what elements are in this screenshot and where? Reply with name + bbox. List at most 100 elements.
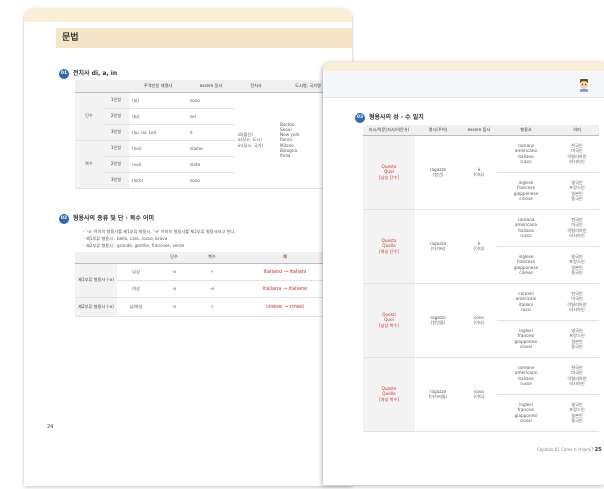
verb-cell: è (이다) (461, 209, 497, 284)
adjective-cell: inglesi francesi giapponesi cinesi (497, 320, 555, 358)
group-label: 제2부류 형용사 (-e) (75, 297, 117, 317)
section3-title: 형용사의 성 · 수 일치 (369, 114, 424, 121)
demonstrative-cell: Questa Quella [여성 단수] (363, 209, 415, 284)
table-header: 복수 (193, 252, 231, 264)
verb-cell: sono (이다) (461, 283, 497, 358)
person-label: 2인칭 (103, 108, 129, 125)
table-header (103, 80, 129, 93)
right-page-number: 25 (594, 447, 602, 453)
meaning-cell: 영국인 프랑스인 일본인 중국인 (555, 394, 599, 432)
grammar-title: 문법 (62, 33, 79, 43)
group-label: 제1부류 형용사 (-o) (75, 263, 117, 298)
number-label: 단수 (75, 92, 103, 141)
adjective-agreement-table: 지시/의문(지시/의문사) 명사(주어) essere 동사 형용사 의미 Qu… (363, 125, 599, 432)
verb-cell: è (187, 124, 235, 141)
meaning-cell: 영국인 프랑스인 일본인 중국인 (555, 246, 599, 284)
section2-number-badge: 02 (59, 213, 69, 224)
plural-ending: -i (193, 297, 231, 317)
gender-cell: 남/여성 (117, 297, 155, 317)
verb-cell: siamo (187, 140, 235, 157)
gender-cell: 남성 (117, 263, 155, 281)
arrow-icon: → (283, 303, 288, 310)
pronoun-cell: (tu) (129, 108, 187, 125)
table-header (117, 252, 155, 264)
meaning-cell: 한국인 미국인 이탈리아인 러시아인 (555, 135, 599, 173)
adjective-cell: coreani americani italiani russi (497, 283, 555, 321)
section3-number-badge: 03 (355, 112, 365, 123)
grammar-title-bar: 문법 (56, 28, 352, 48)
table-header: essere 동사 (187, 80, 235, 93)
demonstrative-cell: Questi Quei [남성 복수] (363, 283, 415, 358)
table-row: 제2부류 형용사 (-e) 남/여성 -e -i cinese → cinesi (75, 297, 339, 317)
table-row: Questo Quel [남성 단수] ragazzo (청년) è (이다) cor… (363, 135, 599, 210)
verb-cell: siete (187, 156, 235, 173)
note-line: - 제1부류 형용사 : bello, caro, rosso, bravo (83, 236, 168, 241)
adjective-cell: inglesi francesi giapponesi cinesi (497, 394, 555, 432)
verb-cell: sono (이다) (461, 357, 497, 432)
adjective-ending-table: 단수 복수 예 제1부류 형용사 (-o) 남성 -o -i italiano … (75, 252, 339, 317)
number-label: 복수 (75, 140, 103, 189)
noun-cell: ragazzi (청년들) (415, 283, 461, 358)
right-header-strip (323, 71, 604, 98)
pronoun-cell: (lui, lei, Lei) (129, 124, 187, 141)
demonstrative-cell: Queste Quelle [여성 복수] (363, 357, 415, 432)
demonstrative-cell: Questo Quel [남성 단수] (363, 135, 415, 210)
preposition-table: 주격인칭 대명사 essere 동사 전치사 도시명, 국가명 단수 1인칭 (… (75, 80, 339, 189)
section3-heading: 03 형용사의 성 · 수 일치 (355, 112, 424, 123)
right-top-band (323, 62, 604, 71)
verb-cell: sono (187, 172, 235, 189)
left-page-number: 24 (47, 424, 54, 430)
verb-cell: è (이다) (461, 135, 497, 210)
table-header: 지시/의문(지시/의문사) (363, 125, 415, 136)
table-row: 단수 1인칭 (io) sono di(출신) a(장소: 도시) in(장소:… (75, 92, 339, 189)
table-header: 전치사 (235, 80, 277, 93)
plural-ending: -e (193, 280, 231, 298)
person-label: 3인칭 (103, 124, 129, 141)
chapter-label: Capitolo 01 Come ti chiami? (537, 447, 594, 452)
table-header: 형용사 (497, 125, 555, 136)
meaning-cell: 영국인 프랑스인 일본인 중국인 (555, 320, 599, 358)
pronoun-cell: (noi) (129, 140, 187, 157)
meaning-cell: 한국인 미국인 이탈리아인 러시아인 (555, 209, 599, 247)
section1-title: 전치사 di, a, in (73, 70, 118, 77)
table-row: Questa Quella [여성 단수] ragazza (아가씨) è (이다)… (363, 209, 599, 284)
example-to: italiane (288, 285, 308, 292)
example-to: cinesi (289, 303, 304, 310)
table-row: 제1부류 형용사 (-o) 남성 -o -i italiano → italia… (75, 263, 339, 298)
right-page: 03 형용사의 성 · 수 일치 지시/의문(지시/의문사) 명사(주어) ess… (323, 62, 604, 485)
table-header (75, 80, 103, 93)
adjective-cell: coreano americano italiano russo (497, 135, 555, 173)
section2-heading: 02 형용사의 종류 및 단 · 복수 어미 (59, 213, 154, 224)
table-row: Questi Quei [남성 복수] ragazzi (청년들) sono (이다… (363, 283, 599, 358)
note-line: - 제2부류 형용사 : grande, gentile, francese, … (83, 243, 185, 248)
table-header: 의미 (555, 125, 599, 136)
section2-title: 형용사의 종류 및 단 · 복수 어미 (73, 215, 155, 222)
example-from: cinese (266, 303, 283, 310)
meaning-cell: 영국인 프랑스인 일본인 중국인 (555, 172, 599, 210)
character-illustration-icon (580, 79, 588, 92)
preposition-in: in(장소: 국가) (238, 142, 264, 148)
pronoun-cell: (io) (129, 92, 187, 109)
table-row: Queste Quelle [여성 복수] ragazze (아가씨들) sono … (363, 357, 599, 432)
example-from: italiana (262, 285, 282, 292)
example-from: italiano (263, 268, 283, 275)
table-header: 단수 (155, 252, 193, 264)
person-label: 1인칭 (103, 92, 129, 109)
adjective-notes: - '-o' 어미의 형용사를 제1부류 형용사, '-e' 어미의 형용사를 … (83, 228, 236, 249)
verb-cell: sono (187, 92, 235, 109)
table-header: 명사(주어) (415, 125, 461, 136)
adjective-cell: inglese francese giapponese cinese (497, 172, 555, 210)
noun-cell: ragazzo (청년) (415, 135, 461, 210)
note-line: - '-o' 어미의 형용사를 제1부류 형용사, '-e' 어미의 형용사를 … (83, 229, 236, 234)
pronoun-cell: (loro) (129, 172, 187, 189)
meaning-cell: 한국인 미국인 이탈리아인 러시아인 (555, 283, 599, 321)
verb-cell: sei (187, 108, 235, 125)
example-to: italiani (289, 268, 307, 275)
section1-heading: 01 전치사 di, a, in (59, 68, 117, 79)
section1-number-badge: 01 (59, 68, 69, 79)
singular-ending: -e (155, 297, 193, 317)
arrow-icon: → (283, 268, 288, 275)
noun-cell: ragazza (아가씨) (415, 209, 461, 284)
right-footer: Capitolo 01 Come ti chiami? 25 (537, 447, 602, 453)
singular-ending: -a (155, 280, 193, 298)
